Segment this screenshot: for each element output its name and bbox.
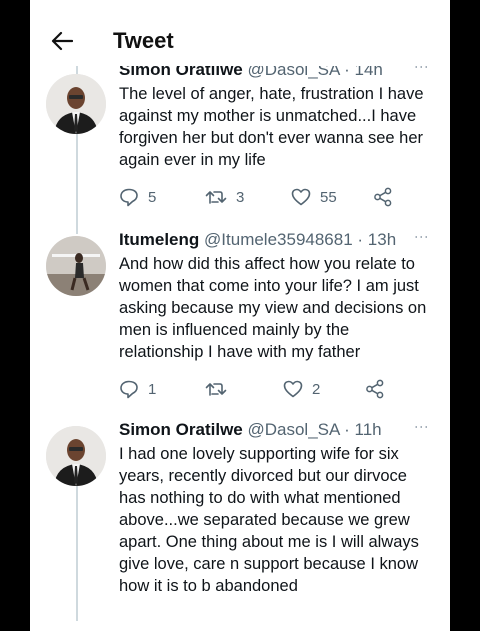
avatar[interactable]	[46, 426, 106, 486]
more-icon[interactable]: ⋮	[412, 230, 432, 245]
author-handle[interactable]: @Dasol_SA	[247, 420, 339, 439]
share-button[interactable]	[373, 187, 393, 207]
share-icon	[366, 379, 384, 399]
reply-button[interactable]: 1	[119, 379, 205, 399]
avatar-photo	[46, 74, 106, 134]
reply-icon	[120, 380, 138, 399]
thread-line	[76, 134, 78, 234]
share-button[interactable]	[365, 379, 385, 399]
heart-icon	[283, 380, 303, 398]
app-bar: Tweet	[30, 16, 450, 66]
tweet-text: The level of anger, hate, frustration I …	[119, 85, 424, 169]
retweet-icon	[205, 383, 227, 396]
avatar[interactable]	[46, 74, 106, 134]
tweet-text: I had one lovely supporting wife for six…	[119, 445, 419, 595]
back-button[interactable]	[47, 26, 77, 56]
reply-count: 1	[148, 380, 157, 398]
retweet-icon	[205, 191, 227, 204]
bottom-bar	[30, 621, 450, 631]
author-handle[interactable]: @Itumele35948681	[204, 230, 353, 249]
tweet-time: · 11h	[344, 420, 382, 439]
retweet-button[interactable]	[205, 379, 283, 399]
like-count: 2	[312, 380, 321, 398]
tweet-actions: 5 3 55	[119, 186, 438, 208]
tweet-text: And how did this affect how you relate t…	[119, 255, 427, 361]
more-icon[interactable]: ⋮	[412, 420, 432, 435]
like-button[interactable]: 55	[291, 187, 373, 207]
avatar-photo	[46, 236, 106, 296]
author-name[interactable]: Simon Oratilwe	[119, 66, 243, 79]
reply-button[interactable]: 5	[119, 187, 205, 207]
page-title: Tweet	[113, 28, 174, 53]
retweet-count: 3	[236, 188, 245, 206]
reply-icon	[120, 188, 138, 207]
tweet-time: · 13h	[357, 230, 397, 249]
avatar-photo	[46, 426, 106, 486]
arrow-left-icon	[51, 31, 73, 51]
share-icon	[374, 187, 392, 207]
reply-count: 5	[148, 188, 157, 206]
conversation-feed[interactable]: Simon Oratilwe @Dasol_SA · 14h ⋮ The lev…	[30, 66, 450, 631]
author-handle[interactable]: @Dasol_SA	[247, 66, 339, 79]
tweet-time: · 14h	[344, 66, 383, 79]
more-icon[interactable]: ⋮	[412, 66, 432, 75]
author-name[interactable]: Itumeleng	[119, 230, 199, 249]
tweet-actions: 1 2	[119, 378, 438, 400]
retweet-button[interactable]: 3	[205, 187, 291, 207]
like-count: 55	[320, 188, 337, 206]
heart-icon	[291, 188, 311, 206]
like-button[interactable]: 2	[283, 379, 365, 399]
status-bar	[30, 0, 450, 6]
thread-line	[76, 486, 78, 631]
tweet-screen: Tweet Simon Oratilwe @Dasol_SA · 14h ⋮ T…	[30, 0, 450, 631]
avatar[interactable]	[46, 236, 106, 296]
author-name[interactable]: Simon Oratilwe	[119, 420, 243, 439]
